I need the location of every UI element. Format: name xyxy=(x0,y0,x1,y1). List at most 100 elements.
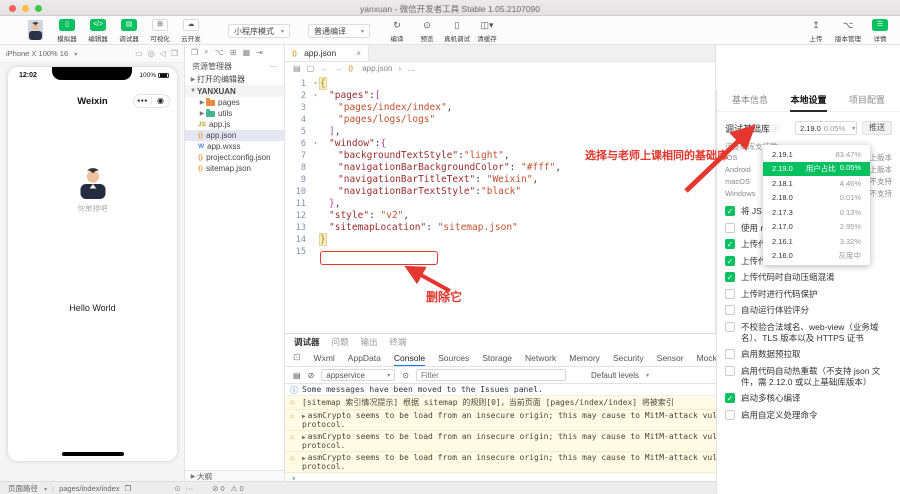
inspect-element-icon[interactable]: ⊡ xyxy=(293,352,301,363)
search-icon[interactable]: ⌕ xyxy=(204,47,208,57)
devtools-tab-Sources[interactable]: Sources xyxy=(438,349,469,367)
library-option-2.16.1[interactable]: 2.16.13.32% xyxy=(763,234,870,249)
levels-select[interactable]: Default levels▾ xyxy=(591,371,649,380)
setting-checkbox-row[interactable]: ✓上传代码时自动压缩混淆 xyxy=(725,272,892,283)
device-frame-icon[interactable]: ▭ xyxy=(135,49,143,58)
library-option-2.18.0[interactable]: 2.18.00.01% xyxy=(763,191,870,206)
capsule-button[interactable]: ●●● ◉ xyxy=(133,94,170,108)
code-line-5[interactable]: 5], xyxy=(285,126,716,138)
toolbar-button-编译[interactable]: ↻编译 xyxy=(385,19,409,43)
console-message[interactable]: ⓘSome messages have been moved to the Is… xyxy=(285,384,716,396)
library-option-2.17.0[interactable]: 2.17.02.95% xyxy=(763,220,870,235)
file-item-project.config.json[interactable]: {}project.config.json xyxy=(185,152,284,163)
panel-tab-输出[interactable]: 输出 xyxy=(361,336,378,348)
library-option-2.17.3[interactable]: 2.17.30.13% xyxy=(763,205,870,220)
tab-app-json[interactable]: {} app.json × xyxy=(285,45,369,61)
file-item-app.js[interactable]: JSapp.js xyxy=(185,119,284,130)
code-line-1[interactable]: 1▾{ xyxy=(285,78,716,90)
setting-checkbox-row[interactable]: ✓启动多核心编译 xyxy=(725,393,892,404)
checkbox-checked-icon[interactable]: ✓ xyxy=(725,272,735,282)
toolbar-button-上传[interactable]: ↥上传 xyxy=(804,19,828,43)
checkbox-checked-icon[interactable]: ✓ xyxy=(725,239,735,249)
code-line-11[interactable]: 11}, xyxy=(285,198,716,210)
setting-checkbox-row[interactable]: 启用自定义处理命令 xyxy=(725,410,892,421)
devtools-tab-Network[interactable]: Network xyxy=(525,349,556,367)
page-path-label[interactable]: 页面路径 ▾ xyxy=(8,483,47,494)
console-message[interactable]: ⚠▶asmCrypto seems to be load from an ins… xyxy=(285,431,716,452)
more-icon[interactable]: ⋯ xyxy=(186,484,194,493)
console-message[interactable]: ⚠▶asmCrypto seems to be load from an ins… xyxy=(285,410,716,431)
breadcrumb-more[interactable]: … xyxy=(407,64,415,73)
bookmark-icon[interactable]: ▢ xyxy=(307,64,315,73)
close-target-icon[interactable]: ◉ xyxy=(152,95,169,107)
toolbar-button-调试器[interactable]: ▤调试器 xyxy=(117,19,141,43)
toolbar-button-编辑器[interactable]: </>编辑器 xyxy=(86,19,110,43)
code-line-7[interactable]: 7"backgroundTextStyle":"light", xyxy=(285,150,716,162)
toolbar-button-预览[interactable]: ⊙预览 xyxy=(415,19,439,43)
code-line-2[interactable]: 2▾"pages":[ xyxy=(285,90,716,102)
library-option-2.18.1[interactable]: 2.18.14.46% xyxy=(763,176,870,191)
code-line-8[interactable]: 8"navigationBarBackgroundColor": "#fff", xyxy=(285,162,716,174)
devtools-tab-Storage[interactable]: Storage xyxy=(482,349,512,367)
split-editor-icon[interactable]: ⊞ xyxy=(230,48,237,57)
settings-tab-项目配置[interactable]: 项目配置 xyxy=(849,90,885,112)
forward-icon[interactable]: → xyxy=(334,64,342,73)
close-tab-icon[interactable]: × xyxy=(356,49,361,58)
multi-window-icon[interactable]: ❐ xyxy=(171,49,178,58)
file-item-pages[interactable]: ▶pages xyxy=(185,97,284,108)
clear-console-icon[interactable]: ⊘ xyxy=(308,371,315,380)
code-line-14[interactable]: 14} xyxy=(285,234,716,246)
devtools-tab-Sensor[interactable]: Sensor xyxy=(657,349,684,367)
library-option-2.16.0[interactable]: 2.16.0灰度中 xyxy=(763,249,870,264)
code-line-3[interactable]: 3"pages/index/index", xyxy=(285,102,716,114)
rotate-icon[interactable]: ◁ xyxy=(160,49,166,58)
context-select[interactable]: appservice▾ xyxy=(321,369,395,381)
user-avatar[interactable] xyxy=(28,20,43,40)
setting-checkbox-row[interactable]: 自动运行体验评分 xyxy=(725,305,892,316)
info-icon[interactable]: ⓘ xyxy=(772,123,780,134)
collapse-icon[interactable]: ⇥ xyxy=(256,48,263,57)
console-message[interactable]: ⚠▶asmCrypto seems to be load from an ins… xyxy=(285,452,716,473)
code-line-9[interactable]: 9"navigationBarTitleText": "Weixin", xyxy=(285,174,716,186)
checkbox-unchecked-icon[interactable] xyxy=(725,322,735,332)
toolbar-button-真机调试[interactable]: ▯真机调试 xyxy=(445,19,469,43)
code-editor[interactable]: 1▾{2▾"pages":[3"pages/index/index",4"pag… xyxy=(285,78,716,333)
expand-icon[interactable]: ▶ xyxy=(302,413,306,420)
mode-select[interactable]: 小程序模式▾ xyxy=(228,24,290,38)
console-message[interactable]: ⚠[sitemap 索引情况提示] 根据 sitemap 的规则[0]，当前页面… xyxy=(285,396,716,410)
record-icon[interactable]: ◎ xyxy=(148,49,155,58)
devtools-tab-Memory[interactable]: Memory xyxy=(569,349,600,367)
user-avatar-image[interactable] xyxy=(78,167,108,199)
expand-icon[interactable]: ▶ xyxy=(302,455,306,462)
checkbox-unchecked-icon[interactable] xyxy=(725,223,735,233)
problem-counts[interactable]: ⊘ 0 ⚠ 0 xyxy=(212,484,244,493)
file-item-utils[interactable]: ▶utils xyxy=(185,108,284,119)
fold-icon[interactable]: ▾ xyxy=(311,90,320,102)
panel-tab-终端[interactable]: 终端 xyxy=(390,336,407,348)
fold-icon[interactable]: ▾ xyxy=(311,138,320,150)
toolbar-button-可视化[interactable]: ⊞可视化 xyxy=(148,19,172,43)
checkbox-unchecked-icon[interactable] xyxy=(725,366,735,376)
toolbar-button-模拟器[interactable]: ▯模拟器 xyxy=(55,19,79,43)
back-icon[interactable]: ← xyxy=(320,64,328,73)
library-option-2.19.0[interactable]: 2.19.0用户占比0.05% xyxy=(763,162,870,177)
checkbox-unchecked-icon[interactable] xyxy=(725,289,735,299)
checkbox-checked-icon[interactable]: ✓ xyxy=(725,393,735,403)
code-line-12[interactable]: 12"style": "v2", xyxy=(285,210,716,222)
outline-section[interactable]: ▶大纲 xyxy=(185,470,284,481)
file-item-app.json[interactable]: {}app.json xyxy=(185,130,284,141)
toolbar-button-云开发[interactable]: ☁云开发 xyxy=(179,19,203,43)
open-editors-section[interactable]: ▶打开的编辑器 xyxy=(185,73,284,85)
copy-icon[interactable]: ❐ xyxy=(125,484,132,493)
setting-checkbox-row[interactable]: 启用数据预拉取 xyxy=(725,349,892,360)
devtools-tab-Wxml[interactable]: Wxml xyxy=(314,349,335,367)
settings-tab-基本信息[interactable]: 基本信息 xyxy=(732,90,768,112)
fold-icon[interactable]: ▾ xyxy=(311,78,320,90)
devtools-tab-AppData[interactable]: AppData xyxy=(348,349,381,367)
code-line-4[interactable]: 4"pages/logs/logs" xyxy=(285,114,716,126)
settings-tab-本地设置[interactable]: 本地设置 xyxy=(790,90,826,112)
more-actions-icon[interactable]: ⋯ xyxy=(269,62,277,71)
expand-icon[interactable]: ▶ xyxy=(302,434,306,441)
devtools-tab-Mock[interactable]: Mock xyxy=(697,349,716,367)
code-line-13[interactable]: 13"sitemapLocation": "sitemap.json" xyxy=(285,222,716,234)
